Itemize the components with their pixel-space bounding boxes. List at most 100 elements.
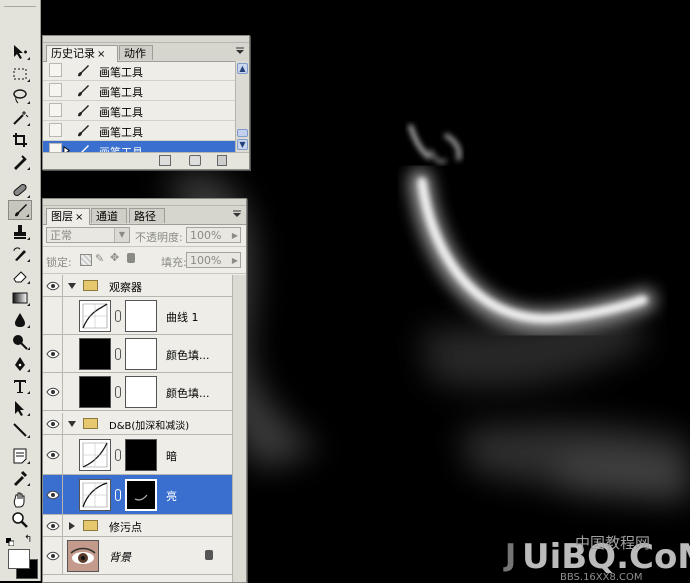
history-state[interactable]: 画笔工具 [43,121,235,141]
link-icon[interactable] [115,449,121,461]
tab-history[interactable]: 历史记录 × [46,45,118,62]
link-icon[interactable] [115,386,121,398]
layers-panel-titlebar[interactable] [43,199,246,206]
layer-row[interactable]: 颜色填... [43,335,232,373]
layer-mask-thumbnail[interactable] [125,338,157,370]
scroll-down-icon[interactable]: ▼ [237,139,248,150]
tools-panel-grip[interactable] [4,0,36,7]
lock-position-icon[interactable]: ✥ [110,251,122,264]
brush-tool[interactable] [8,200,32,220]
layer-row[interactable]: 曲线 1 [43,297,232,335]
tab-channels[interactable]: 通道 [91,208,127,223]
history-brush-tool[interactable] [8,244,32,264]
visibility-toggle[interactable] [43,413,63,434]
eyedropper-slice-tool[interactable] [8,152,32,172]
zoom-tool[interactable] [8,510,32,530]
lock-options-row: 锁定: ✎ ✥ 填充: 100% ▶ [43,247,246,274]
layers-scrollbar[interactable] [232,275,246,582]
panel-menu-icon[interactable] [235,47,245,57]
visibility-toggle[interactable] [43,335,63,372]
new-document-from-state-icon[interactable] [159,155,171,166]
panel-menu-icon[interactable] [232,210,242,220]
brush-icon [78,125,89,137]
lock-image-icon[interactable]: ✎ [95,252,105,265]
marquee-tool[interactable] [8,64,32,84]
close-icon[interactable]: × [97,49,105,60]
default-colors-icon[interactable] [6,536,15,547]
tab-paths[interactable]: 路径 [129,208,165,223]
visibility-toggle[interactable] [43,475,63,514]
dodge-tool[interactable] [8,332,32,352]
layer-mask-thumbnail[interactable] [125,479,157,511]
visibility-toggle[interactable] [43,435,63,474]
link-icon[interactable] [115,348,121,360]
clone-stamp-tool[interactable] [8,222,32,242]
layer-row[interactable]: 暗 [43,435,232,475]
chevron-right-icon: ▶ [231,231,238,240]
svg-text:J: J [503,538,516,573]
layer-row-background[interactable]: 背景 [43,537,232,575]
layer-group-row[interactable]: D&B(加深和减淡) [43,413,232,435]
layer-row-selected[interactable]: 亮 [43,475,232,515]
history-state[interactable]: 画笔工具 [43,101,235,121]
new-snapshot-icon[interactable] [189,155,201,166]
lock-transparent-icon[interactable] [80,254,92,266]
trash-icon[interactable] [217,155,227,166]
layer-mask-thumbnail[interactable] [125,439,157,471]
visibility-toggle[interactable] [43,537,63,574]
opacity-field[interactable]: 100% ▶ [186,227,241,243]
line-shape-tool[interactable] [8,420,32,440]
svg-text:BBS.16XX8.COM: BBS.16XX8.COM [560,572,643,581]
history-brush-source-checkbox[interactable] [49,123,62,137]
history-panel-tabs: 历史记录 × 动作 [43,43,249,62]
history-state[interactable]: 画笔工具 [43,61,235,81]
blend-mode-dropdown[interactable]: 正常 ▼ [46,227,130,243]
hand-tool[interactable] [8,490,32,510]
visibility-toggle[interactable] [43,373,63,410]
tab-actions[interactable]: 动作 [119,45,153,60]
visibility-toggle[interactable] [43,297,63,334]
fill-field[interactable]: 100% ▶ [186,252,241,268]
scroll-thumb[interactable] [237,129,248,137]
visibility-toggle[interactable] [43,515,63,536]
history-scrollbar[interactable]: ▲ ▼ [235,61,249,153]
link-icon[interactable] [115,310,121,322]
expand-triangle-icon[interactable] [68,421,76,427]
lock-all-icon[interactable] [127,253,135,263]
gradient-tool[interactable] [8,288,32,308]
lasso-tool[interactable] [8,86,32,106]
swap-colors-icon[interactable]: ↰ [24,535,34,545]
eyedropper-tool[interactable] [8,468,32,488]
collapse-triangle-icon[interactable] [69,522,75,530]
layers-panel-tabs: 图层 × 通道 路径 [43,206,246,225]
pen-tool[interactable] [8,354,32,374]
tab-layers[interactable]: 图层 × [46,208,90,225]
scroll-up-icon[interactable]: ▲ [237,63,248,74]
layer-row[interactable]: 颜色填... [43,373,232,411]
history-state[interactable]: 画笔工具 [43,81,235,101]
layer-mask-thumbnail[interactable] [125,376,157,408]
close-icon[interactable]: × [75,212,83,223]
eraser-tool[interactable] [8,266,32,286]
history-brush-source-checkbox[interactable] [49,83,62,97]
notes-tool[interactable] [8,446,32,466]
foreground-color-swatch[interactable] [8,549,30,569]
type-tool[interactable] [8,376,32,396]
layer-group-row[interactable]: 观察器 [43,275,232,297]
healing-brush-tool[interactable] [8,180,32,200]
path-selection-tool[interactable] [8,398,32,418]
history-brush-source-checkbox[interactable] [49,63,62,77]
history-brush-source-checkbox[interactable] [49,103,62,117]
magic-wand-tool[interactable] [8,108,32,128]
blur-tool[interactable] [8,310,32,330]
layer-mask-thumbnail[interactable] [125,300,157,332]
link-icon[interactable] [115,489,121,501]
crop-tool[interactable] [8,130,32,150]
curves-adjustment-icon [79,439,111,471]
layer-group-row[interactable]: 修污点 [43,515,232,537]
move-tool[interactable] [8,42,32,62]
history-panel-titlebar[interactable] [43,36,249,43]
expand-triangle-icon[interactable] [68,283,76,289]
color-fill-thumbnail [79,338,111,370]
visibility-toggle[interactable] [43,275,63,296]
